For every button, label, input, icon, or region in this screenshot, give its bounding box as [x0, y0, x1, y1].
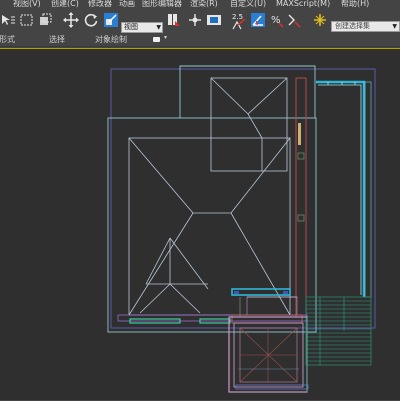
chevron-down-icon: ▼	[156, 24, 161, 31]
pivot-center-icon[interactable]	[166, 12, 182, 28]
menu-maxscript[interactable]: MAXScript(M)	[276, 0, 330, 9]
viewport-drawing	[107, 65, 376, 393]
angle-snap-icon[interactable]	[250, 12, 266, 28]
edit-named-selection-icon[interactable]	[312, 12, 328, 28]
named-selection-set-dropdown[interactable]: 创建选择集 ▼	[331, 21, 400, 32]
ribbon-tab-object-paint[interactable]: 对象绘制	[95, 35, 127, 45]
percent-snap-icon[interactable]: %	[269, 12, 285, 28]
menu-modifiers[interactable]: 修改器	[88, 0, 112, 9]
menu-customize[interactable]: 自定义(U)	[230, 0, 266, 9]
ribbon-toggle-icon[interactable]	[153, 37, 160, 42]
reference-coordinate-dropdown[interactable]: 视图 ▼	[121, 22, 163, 33]
svg-text:%: %	[271, 15, 281, 26]
rect-region-select-icon[interactable]	[19, 12, 35, 28]
rotate-icon[interactable]	[83, 12, 99, 28]
select-manipulate-icon[interactable]	[187, 12, 203, 28]
menu-help[interactable]: 帮助(H)	[341, 0, 369, 9]
menu-graph-editors[interactable]: 图形编辑器	[142, 0, 182, 9]
ribbon-tab-freeform[interactable]: 形式	[0, 35, 15, 45]
menu-animation[interactable]: 动画	[119, 0, 135, 9]
scale-icon[interactable]	[103, 12, 119, 28]
menu-rendering[interactable]: 渲染(R)	[190, 0, 218, 9]
keyboard-shortcut-icon[interactable]	[206, 12, 222, 28]
snaps-toggle-icon[interactable]	[231, 15, 247, 31]
window-crossing-icon[interactable]	[37, 12, 53, 28]
move-icon[interactable]	[63, 12, 79, 28]
ribbon-bar: 形式 选择 对象绘制 ▾	[0, 33, 400, 47]
menu-create[interactable]: 创建(C)	[51, 0, 79, 9]
spinner-snap-icon[interactable]	[286, 12, 302, 28]
named-selection-placeholder: 创建选择集	[335, 22, 370, 30]
ribbon-tab-selection[interactable]: 选择	[49, 35, 65, 45]
chevron-down-icon[interactable]: ▾	[164, 34, 167, 41]
reference-coordinate-value: 视图	[124, 23, 138, 31]
menu-view[interactable]: 视图(V)	[13, 0, 41, 9]
main-toolbar: 视图 ▼ 2.5 % 创建选择集 ▼	[0, 9, 400, 33]
menu-bar: 视图(V) 创建(C) 修改器 动画 图形编辑器 渲染(R) 自定义(U) MA…	[0, 0, 400, 9]
viewport-top[interactable]	[0, 48, 400, 400]
chevron-down-icon: ▼	[392, 23, 397, 30]
select-by-name-icon[interactable]	[0, 12, 16, 28]
